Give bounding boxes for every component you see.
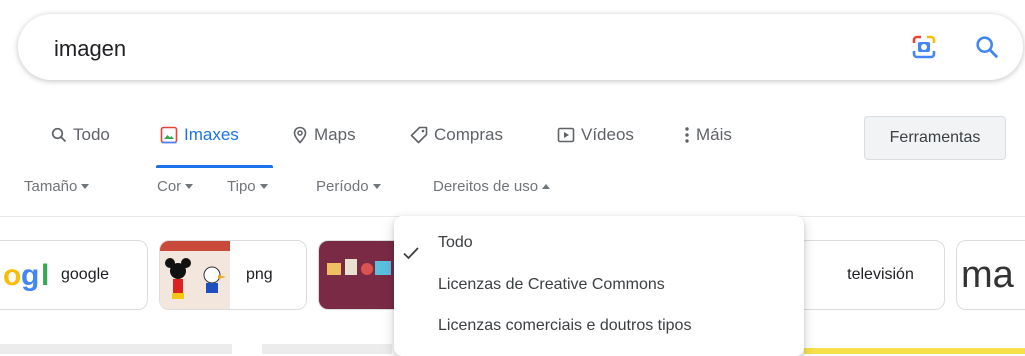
tab-label: Maps — [314, 125, 356, 144]
image-result-edge — [804, 348, 1025, 354]
camera-search-icon[interactable] — [911, 34, 937, 60]
menu-item-label: Licenzas comerciais e doutros tipos — [438, 317, 692, 334]
caret-down-icon — [372, 184, 381, 189]
chip-label: ma — [961, 253, 1014, 296]
svg-text:l: l — [41, 259, 49, 292]
cartoon-thumbnail — [160, 241, 230, 309]
svg-text:g: g — [21, 259, 39, 292]
filter-usage-rights[interactable]: Dereitos de uso — [433, 178, 551, 195]
filter-period[interactable]: Período — [316, 178, 381, 195]
search-input[interactable]: imagen — [54, 36, 126, 62]
chip-label: png — [246, 266, 273, 283]
caret-down-icon — [185, 184, 194, 189]
usage-rights-menu: Todo Licenzas de Creative Commons Licenz… — [394, 216, 804, 356]
svg-text:o: o — [3, 259, 21, 292]
tab-mais[interactable]: Máis — [684, 125, 732, 145]
chip-label: google — [61, 266, 110, 283]
google-logo-thumbnail: o g l — [0, 241, 61, 309]
menu-item-label: Todo — [438, 234, 473, 251]
check-icon — [403, 247, 419, 260]
filter-label: Dereitos de uso — [433, 178, 539, 195]
menu-item-creative-commons[interactable]: Licenzas de Creative Commons — [394, 270, 804, 300]
filter-label: Cor — [157, 178, 182, 195]
filter-color[interactable]: Cor — [157, 178, 194, 195]
image-icon — [160, 126, 178, 144]
tab-label: Todo — [73, 125, 110, 144]
tools-button[interactable]: Ferramentas — [864, 116, 1006, 160]
related-chip-ma[interactable]: ma — [956, 240, 1025, 310]
filter-label: Tipo — [227, 178, 256, 195]
search-icon[interactable] — [973, 33, 1001, 61]
tab-label: Compras — [434, 125, 503, 144]
image-result-edge — [0, 344, 232, 354]
tab-label: Vídeos — [581, 125, 634, 144]
caret-down-icon — [81, 184, 90, 189]
chip-label: televisión — [847, 266, 914, 283]
filter-size[interactable]: Tamaño — [24, 178, 90, 195]
menu-item-label: Licenzas de Creative Commons — [438, 276, 665, 293]
tab-todo[interactable]: Todo — [51, 125, 110, 145]
tab-label: Imaxes — [184, 125, 239, 144]
menu-item-commercial[interactable]: Licenzas comerciais e doutros tipos — [394, 311, 804, 341]
filter-label: Período — [316, 178, 369, 195]
filter-label: Tamaño — [24, 178, 78, 195]
menu-item-todo[interactable]: Todo — [394, 228, 804, 260]
caret-up-icon — [542, 184, 551, 189]
tab-videos[interactable]: Vídeos — [557, 125, 634, 145]
search-bar[interactable]: imagen — [18, 14, 1023, 80]
tab-compras[interactable]: Compras — [410, 125, 503, 145]
tag-icon — [410, 126, 428, 144]
filter-type[interactable]: Tipo — [227, 178, 268, 195]
more-vert-icon — [684, 126, 690, 144]
active-tab-indicator — [156, 165, 273, 168]
tab-label: Máis — [696, 125, 732, 144]
image-result-edge — [262, 344, 392, 354]
search-icon — [51, 127, 67, 143]
filter-bar: Tamaño Cor Tipo Período Dereitos de uso — [0, 178, 1025, 204]
related-chip-television[interactable]: televisión — [796, 240, 945, 310]
tab-imaxes[interactable]: Imaxes — [160, 125, 239, 145]
related-chip-google[interactable]: o g l google — [0, 240, 148, 310]
tab-maps[interactable]: Maps — [292, 125, 356, 145]
location-pin-icon — [292, 126, 308, 144]
related-chip-png[interactable]: png — [159, 240, 307, 310]
caret-down-icon — [259, 184, 268, 189]
play-icon — [557, 127, 575, 143]
